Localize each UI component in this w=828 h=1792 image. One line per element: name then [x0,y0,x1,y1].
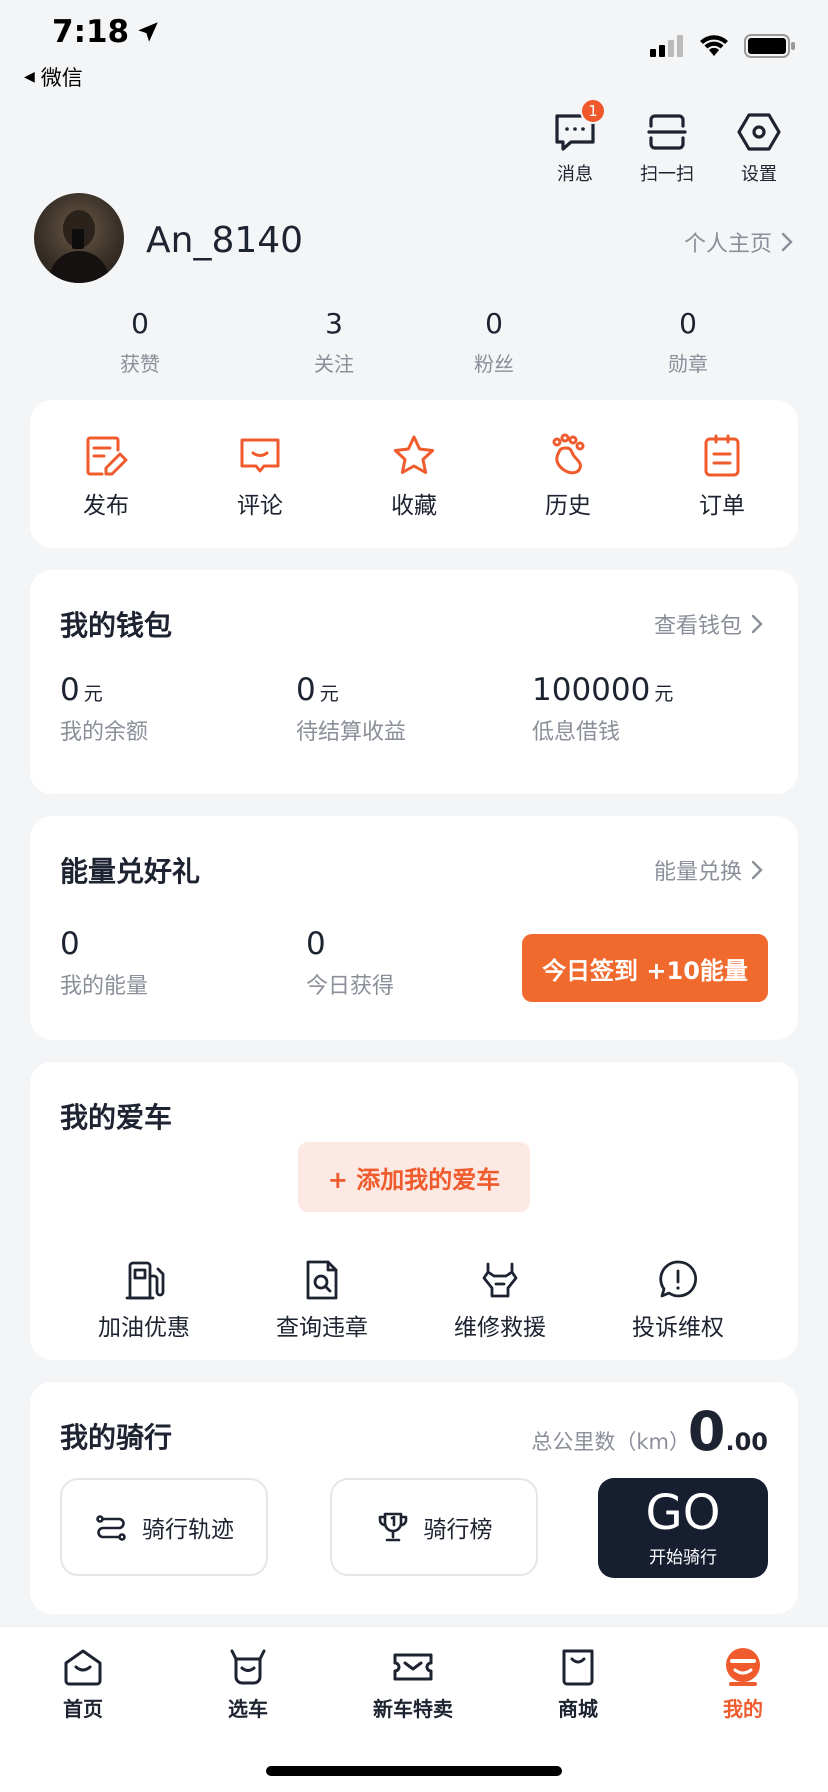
service-violation-check[interactable]: 查询违章 [252,1258,392,1342]
view-wallet-link[interactable]: 查看钱包 [654,608,764,640]
wallet-title: 我的钱包 [60,609,173,642]
back-to-wechat[interactable]: ◀ 微信 [24,62,83,92]
route-icon [96,1515,126,1541]
my-energy[interactable]: 0 我的能量 [60,926,148,1000]
back-triangle-icon: ◀ [24,69,35,85]
energy-title: 能量兑好礼 [60,855,201,888]
ticket-icon [393,1653,433,1681]
tab-me[interactable]: 我的 [688,1645,798,1722]
wallet-card: 我的钱包 查看钱包 0元 我的余额 0元 待结算收益 100000 元 低息借钱 [30,570,798,794]
wallet-low-interest-loan[interactable]: 100000 元 低息借钱 [532,672,673,746]
scan-icon [647,114,687,150]
wifi-icon [700,35,728,56]
messages-button[interactable]: 1 消息 [540,98,610,186]
quick-actions-card: 发布 评论 收藏 历史 订单 [30,400,798,548]
total-km-value: 0.00 [687,1400,768,1463]
location-arrow-icon [138,22,158,42]
settings-button[interactable]: 设置 [724,108,794,186]
battery-icon [744,34,795,58]
service-fuel-discount[interactable]: 加油优惠 [74,1258,214,1342]
edit-icon [86,436,128,476]
quick-history[interactable]: 历史 [518,432,618,520]
riding-ranking-button[interactable]: 骑行榜 [330,1478,538,1576]
profile-icon [726,1648,760,1686]
profile-stats: 0 获赞 3 关注 0 粉丝 0 勋章 [40,307,800,383]
shop-icon [562,1649,594,1686]
total-km-label: 总公里数（km） [531,1430,690,1454]
stat-medals[interactable]: 0 勋章 [618,307,758,377]
tab-home[interactable]: 首页 [28,1645,138,1722]
quick-comment[interactable]: 评论 [210,432,310,520]
repair-icon [482,1262,518,1298]
tab-shop[interactable]: 商城 [523,1645,633,1722]
complaint-icon [659,1260,698,1298]
cellular-signal-icon [650,35,683,57]
quick-publish[interactable]: 发布 [56,432,156,520]
energy-exchange-link[interactable]: 能量兑换 [654,854,764,886]
order-icon [704,434,740,477]
riding-title: 我的骑行 [60,1421,173,1454]
quick-orders[interactable]: 订单 [672,432,772,520]
status-indicators [650,34,796,58]
daily-checkin-button[interactable]: 今日签到 +10能量 [522,934,768,1002]
service-repair-rescue[interactable]: 维修救援 [430,1258,570,1342]
chevron-right-icon [781,232,793,252]
comment-icon [240,438,280,473]
stat-following[interactable]: 3 关注 [264,307,404,377]
status-time: 7:18 [52,14,161,50]
settings-label: 设置 [741,164,777,185]
stat-fans[interactable]: 0 粉丝 [424,307,564,377]
scan-label: 扫一扫 [640,164,694,185]
add-car-button[interactable]: + 添加我的爱车 [298,1142,530,1212]
top-actions: 1 消息 扫一扫 设置 [540,98,794,186]
start-riding-button[interactable]: GO 开始骑行 [598,1478,768,1578]
messages-label: 消息 [557,164,593,185]
chevron-right-icon [751,860,763,880]
message-badge: 1 [580,98,606,124]
riding-track-button[interactable]: 骑行轨迹 [60,1478,268,1576]
trophy-icon [378,1512,407,1542]
today-earned[interactable]: 0 今日获得 [306,926,394,1000]
chevron-right-icon [751,614,763,634]
hexagon-settings-icon [737,113,781,151]
tab-select-car[interactable]: 选车 [193,1645,303,1722]
riding-card: 我的骑行 总公里数（km） 0.00 骑行轨迹 骑行榜 GO 开始骑行 [30,1382,798,1614]
fuel-icon [125,1261,165,1300]
home-indicator [266,1766,562,1776]
avatar-person-icon [48,210,110,283]
tab-new-car-sale[interactable]: 新车特卖 [358,1645,468,1722]
wallet-balance[interactable]: 0元 我的余额 [60,672,148,746]
scan-button[interactable]: 扫一扫 [632,108,702,186]
car-select-icon [230,1649,266,1685]
footprint-icon [552,433,585,475]
my-car-title: 我的爱车 [60,1101,173,1134]
service-complaint[interactable]: 投诉维权 [608,1258,748,1342]
wallet-pending-income[interactable]: 0元 待结算收益 [296,672,406,746]
star-icon [393,435,435,474]
violation-search-icon [306,1260,338,1300]
quick-favorites[interactable]: 收藏 [364,432,464,520]
stat-likes[interactable]: 0 获赞 [70,307,210,377]
my-car-card: 我的爱车 + 添加我的爱车 加油优惠 查询违章 维修救援 投诉维权 [30,1062,798,1360]
personal-homepage-link[interactable]: 个人主页 [684,226,794,258]
avatar[interactable] [34,193,124,283]
home-icon [64,1649,102,1686]
username: An_8140 [146,220,304,261]
energy-card: 能量兑好礼 能量兑换 0 我的能量 0 今日获得 今日签到 +10能量 [30,816,798,1040]
